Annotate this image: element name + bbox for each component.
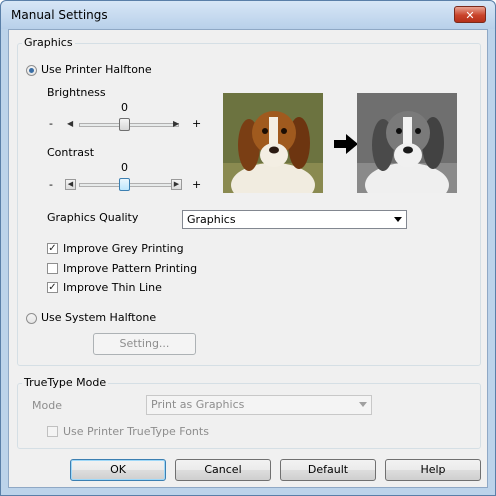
mode-select-value: Print as Graphics — [151, 398, 245, 411]
dialog-client-area: Graphics Use Printer Halftone Brightness… — [8, 29, 488, 488]
contrast-label: Contrast — [47, 146, 95, 159]
use-printer-halftone-radio[interactable] — [26, 65, 37, 76]
brightness-slider-thumb[interactable] — [119, 118, 130, 131]
contrast-left-arrow-icon[interactable]: ◀ — [65, 179, 76, 190]
truetype-mode-group — [17, 383, 481, 449]
use-printer-truetype-fonts-label[interactable]: Use Printer TrueType Fonts — [63, 425, 209, 438]
halftone-preview-image — [357, 93, 457, 193]
dialog-window: Manual Settings ✕ Graphics Use Printer H… — [0, 0, 496, 496]
use-system-halftone-label[interactable]: Use System Halftone — [41, 311, 156, 324]
default-button[interactable]: Default — [280, 459, 376, 481]
improve-pattern-printing-checkbox[interactable] — [47, 263, 58, 274]
contrast-value: 0 — [121, 161, 128, 174]
help-button[interactable]: Help — [385, 459, 481, 481]
graphics-quality-label: Graphics Quality — [47, 211, 139, 224]
close-icon: ✕ — [465, 9, 475, 22]
mode-label: Mode — [32, 399, 62, 412]
title-bar[interactable]: Manual Settings ✕ — [1, 1, 495, 29]
window-title: Manual Settings — [11, 8, 108, 22]
brightness-left-arrow-icon[interactable]: ◀ — [67, 119, 73, 128]
brightness-label: Brightness — [47, 86, 106, 99]
contrast-min-sign: - — [49, 178, 53, 191]
brightness-right-arrow-icon[interactable]: ▶ — [173, 119, 179, 128]
contrast-max-sign: + — [192, 178, 202, 191]
improve-thin-line-checkbox[interactable]: ✓ — [47, 282, 58, 293]
truetype-mode-legend: TrueType Mode — [22, 376, 109, 389]
brightness-value: 0 — [121, 101, 128, 114]
improve-grey-printing-label[interactable]: Improve Grey Printing — [63, 242, 184, 255]
setting-button[interactable]: Setting... — [93, 333, 196, 355]
brightness-max-sign: + — [192, 117, 202, 130]
graphics-quality-select[interactable]: Graphics — [182, 210, 407, 229]
graphics-group-legend: Graphics — [22, 36, 75, 49]
use-system-halftone-radio[interactable] — [26, 313, 37, 324]
chevron-down-icon — [359, 402, 367, 407]
use-printer-truetype-fonts-checkbox[interactable] — [47, 426, 58, 437]
cancel-button[interactable]: Cancel — [175, 459, 271, 481]
contrast-slider-thumb[interactable] — [119, 178, 130, 191]
mode-select[interactable]: Print as Graphics — [146, 395, 372, 415]
improve-thin-line-label[interactable]: Improve Thin Line — [63, 281, 162, 294]
arrow-right-icon — [334, 134, 358, 154]
close-button[interactable]: ✕ — [454, 6, 486, 23]
use-printer-halftone-label[interactable]: Use Printer Halftone — [41, 63, 152, 76]
graphics-quality-value: Graphics — [187, 213, 236, 226]
improve-grey-printing-checkbox[interactable]: ✓ — [47, 243, 58, 254]
brightness-min-sign: - — [49, 117, 53, 130]
ok-button[interactable]: OK — [70, 459, 166, 481]
chevron-down-icon — [394, 217, 402, 222]
improve-pattern-printing-label[interactable]: Improve Pattern Printing — [63, 262, 197, 275]
contrast-right-arrow-icon[interactable]: ▶ — [171, 179, 182, 190]
original-preview-image — [223, 93, 323, 193]
